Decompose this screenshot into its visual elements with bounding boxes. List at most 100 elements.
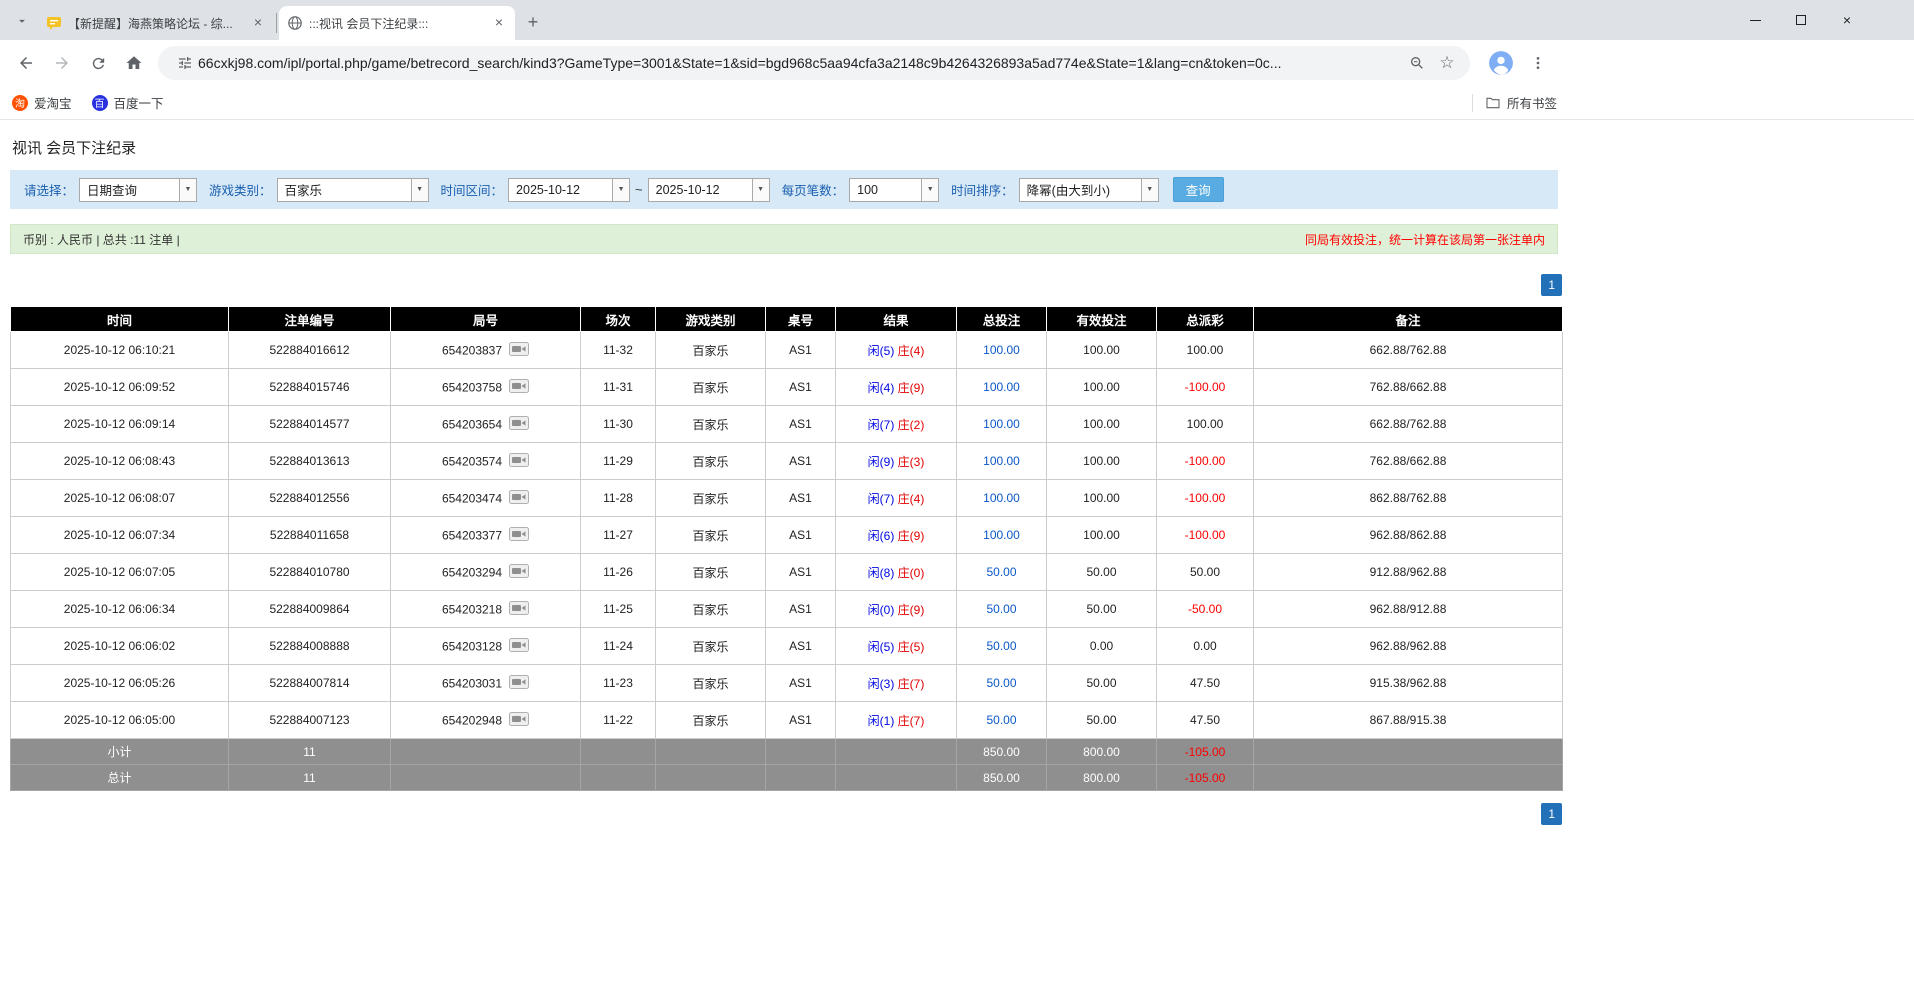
payout-value: 0.00 [1193, 639, 1216, 653]
cell-valid-bet: 100.00 [1047, 332, 1157, 369]
cell-remark: 762.88/662.88 [1254, 369, 1563, 406]
close-window-button[interactable]: × [1824, 0, 1870, 40]
minimize-button[interactable] [1732, 0, 1778, 40]
cell-total-bet: 50.00 [957, 554, 1047, 591]
cell-payout: 100.00 [1157, 406, 1254, 443]
browser-toolbar: 66cxkj98.com/ipl/portal.php/game/betreco… [0, 40, 1914, 86]
tab-forum[interactable]: 【新提醒】海燕策略论坛 - 综... × [38, 6, 274, 40]
bookmark-label: 百度一下 [114, 93, 164, 112]
chevron-down-icon[interactable]: ▼ [612, 179, 629, 201]
cell-payout: 47.50 [1157, 665, 1254, 702]
cell-session: 11-27 [581, 517, 656, 554]
tab-divider [276, 13, 277, 33]
summary-total-bet: 850.00 [957, 765, 1047, 791]
tab-bet-records[interactable]: :::视讯 会员下注纪录::: × [279, 6, 515, 40]
cell-time: 2025-10-12 06:09:52 [11, 369, 229, 406]
refresh-button[interactable] [82, 47, 114, 79]
chevron-down-icon[interactable]: ▼ [179, 179, 196, 201]
total-bet-link[interactable]: 100.00 [983, 380, 1020, 394]
video-replay-icon[interactable] [509, 675, 529, 692]
total-bet-link[interactable]: 100.00 [983, 528, 1020, 542]
cell-round: 654203474 [391, 480, 581, 517]
total-bet-link[interactable]: 50.00 [986, 713, 1016, 727]
date-from-input[interactable]: 2025-10-12 ▼ [508, 178, 630, 202]
taobao-icon: 淘 [12, 95, 28, 111]
cell-result: 闲(9) 庄(3) [836, 443, 957, 480]
bookmark-baidu[interactable]: 百 百度一下 [92, 93, 164, 112]
summary-payout: -105.00 [1157, 765, 1254, 791]
video-replay-icon[interactable] [509, 490, 529, 507]
total-bet-link[interactable]: 50.00 [986, 676, 1016, 690]
cell-game: 百家乐 [656, 517, 766, 554]
video-replay-icon[interactable] [509, 379, 529, 396]
total-bet-link[interactable]: 100.00 [983, 343, 1020, 357]
bet-records-table: 时间注单编号局号场次游戏类别桌号结果总投注有效投注总派彩备注 2025-10-1… [10, 306, 1563, 791]
profile-avatar[interactable] [1486, 48, 1516, 78]
site-info-icon[interactable] [172, 50, 198, 76]
video-replay-icon[interactable] [509, 601, 529, 618]
cell-payout: 0.00 [1157, 628, 1254, 665]
summary-label: 总计 [11, 765, 229, 791]
payout-value: -100.00 [1185, 528, 1226, 542]
video-replay-icon[interactable] [509, 416, 529, 433]
chevron-down-icon[interactable]: ▼ [752, 179, 769, 201]
cell-result: 闲(3) 庄(7) [836, 665, 957, 702]
total-bet-link[interactable]: 100.00 [983, 417, 1020, 431]
column-header: 桌号 [766, 307, 836, 332]
bookmark-taobao[interactable]: 淘 爱淘宝 [12, 93, 72, 112]
cell-session: 11-32 [581, 332, 656, 369]
payout-value: 50.00 [1190, 565, 1220, 579]
cell-time: 2025-10-12 06:06:02 [11, 628, 229, 665]
chevron-down-icon[interactable]: ▼ [411, 179, 428, 201]
zoom-icon[interactable] [1404, 50, 1430, 76]
video-replay-icon[interactable] [509, 564, 529, 581]
browser-menu-icon[interactable] [1524, 49, 1552, 77]
chevron-down-icon[interactable]: ▼ [921, 179, 938, 201]
column-header: 时间 [11, 307, 229, 332]
globe-favicon-icon [287, 15, 303, 31]
new-tab-button[interactable]: + [519, 8, 547, 36]
per-page-select[interactable]: 100 ▼ [849, 178, 939, 202]
forward-button[interactable] [46, 47, 78, 79]
home-button[interactable] [118, 47, 150, 79]
video-replay-icon[interactable] [509, 638, 529, 655]
page-number-button[interactable]: 1 [1541, 274, 1562, 296]
total-bet-link[interactable]: 100.00 [983, 491, 1020, 505]
tab-close-icon[interactable]: × [250, 15, 266, 31]
back-button[interactable] [10, 47, 42, 79]
notice-text: 同局有效投注，统一计算在该局第一张注单内 [1305, 231, 1545, 248]
total-bet-link[interactable]: 50.00 [986, 602, 1016, 616]
cell-table: AS1 [766, 702, 836, 739]
tab-search-chevron-icon[interactable] [8, 7, 36, 35]
cell-round: 654203377 [391, 517, 581, 554]
video-replay-icon[interactable] [509, 527, 529, 544]
bet-row: 2025-10-12 06:07:34522884011658654203377… [11, 517, 1563, 554]
all-bookmarks-button[interactable]: 所有书签 [1472, 93, 1557, 112]
bookmark-star-icon[interactable]: ☆ [1434, 50, 1460, 76]
result-banker: 庄(9) [898, 529, 925, 543]
chevron-down-icon[interactable]: ▼ [1141, 179, 1158, 201]
payout-value: -100.00 [1185, 454, 1226, 468]
date-to-input[interactable]: 2025-10-12 ▼ [648, 178, 770, 202]
total-bet-link[interactable]: 50.00 [986, 565, 1016, 579]
cell-remark: 762.88/662.88 [1254, 443, 1563, 480]
video-replay-icon[interactable] [509, 342, 529, 359]
game-type-select[interactable]: 百家乐 ▼ [277, 178, 429, 202]
search-button[interactable]: 查询 [1173, 177, 1224, 202]
cell-table: AS1 [766, 628, 836, 665]
all-bookmarks-label: 所有书签 [1507, 93, 1557, 112]
address-bar[interactable]: 66cxkj98.com/ipl/portal.php/game/betreco… [158, 46, 1470, 80]
total-bet-link[interactable]: 50.00 [986, 639, 1016, 653]
tab-close-icon[interactable]: × [491, 15, 507, 31]
result-player: 闲(1) [868, 714, 895, 728]
cell-session: 11-24 [581, 628, 656, 665]
video-replay-icon[interactable] [509, 712, 529, 729]
query-type-select[interactable]: 日期查询 ▼ [79, 178, 197, 202]
sort-select[interactable]: 降幂(由大到小) ▼ [1019, 178, 1159, 202]
total-bet-link[interactable]: 100.00 [983, 454, 1020, 468]
cell-valid-bet: 100.00 [1047, 517, 1157, 554]
video-replay-icon[interactable] [509, 453, 529, 470]
cell-time: 2025-10-12 06:08:07 [11, 480, 229, 517]
page-number-button[interactable]: 1 [1541, 803, 1562, 825]
maximize-button[interactable] [1778, 0, 1824, 40]
